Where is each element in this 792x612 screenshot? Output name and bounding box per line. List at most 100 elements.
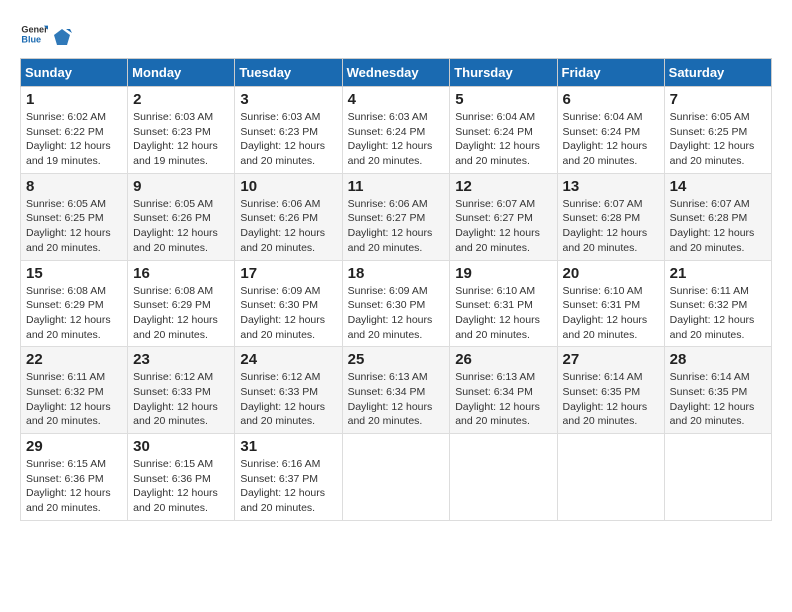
day-info: Sunrise: 6:06 AM Sunset: 6:26 PM Dayligh… [240,197,336,256]
day-number: 18 [348,265,445,282]
day-number: 30 [133,438,229,455]
svg-text:General: General [21,25,48,35]
weekday-header-sunday: Sunday [21,59,128,87]
weekday-header-monday: Monday [128,59,235,87]
header: General Blue [20,20,772,48]
calendar-cell: 14 Sunrise: 6:07 AM Sunset: 6:28 PM Dayli… [664,173,771,260]
day-number: 26 [455,351,551,368]
day-info: Sunrise: 6:05 AM Sunset: 6:25 PM Dayligh… [670,110,766,169]
week-row-1: 1Sunrise: 6:02 AM Sunset: 6:22 PM Daylig… [21,87,772,174]
calendar-cell: 20Sunrise: 6:10 AM Sunset: 6:31 PM Dayli… [557,260,664,347]
day-info: Sunrise: 6:05 AM Sunset: 6:25 PM Dayligh… [26,197,122,256]
calendar-body: 1Sunrise: 6:02 AM Sunset: 6:22 PM Daylig… [21,87,772,521]
week-row-4: 22 Sunrise: 6:11 AM Sunset: 6:32 PM Dayli… [21,347,772,434]
day-info: Sunrise: 6:09 AM Sunset: 6:30 PM Dayligh… [240,284,336,343]
day-number: 10 [240,178,336,195]
day-info: Sunrise: 6:05 AM Sunset: 6:26 PM Dayligh… [133,197,229,256]
calendar-table: SundayMondayTuesdayWednesdayThursdayFrid… [20,58,772,521]
day-info: Sunrise: 6:12 AM Sunset: 6:33 PM Dayligh… [133,370,229,429]
day-info: Sunrise: 6:04 AM Sunset: 6:24 PM Dayligh… [563,110,659,169]
calendar-cell: 24 Sunrise: 6:12 AM Sunset: 6:33 PM Dayli… [235,347,342,434]
day-info: Sunrise: 6:10 AM Sunset: 6:31 PM Dayligh… [563,284,659,343]
calendar-cell: 10 Sunrise: 6:06 AM Sunset: 6:26 PM Dayli… [235,173,342,260]
day-info: Sunrise: 6:02 AM Sunset: 6:22 PM Dayligh… [26,110,122,169]
weekday-header-wednesday: Wednesday [342,59,450,87]
day-info: Sunrise: 6:13 AM Sunset: 6:34 PM Dayligh… [455,370,551,429]
calendar-cell: 16 Sunrise: 6:08 AM Sunset: 6:29 PM Dayli… [128,260,235,347]
day-number: 3 [240,91,336,108]
day-info: Sunrise: 6:14 AM Sunset: 6:35 PM Dayligh… [670,370,766,429]
day-info: Sunrise: 6:11 AM Sunset: 6:32 PM Dayligh… [26,370,122,429]
day-info: Sunrise: 6:08 AM Sunset: 6:29 PM Dayligh… [133,284,229,343]
calendar-cell: 4 Sunrise: 6:03 AM Sunset: 6:24 PM Daylig… [342,87,450,174]
svg-text:Blue: Blue [21,34,41,44]
calendar-cell: 12Sunrise: 6:07 AM Sunset: 6:27 PM Dayli… [450,173,557,260]
day-number: 19 [455,265,551,282]
day-number: 25 [348,351,445,368]
day-number: 23 [133,351,229,368]
day-number: 29 [26,438,122,455]
day-number: 7 [670,91,766,108]
calendar-cell: 15Sunrise: 6:08 AM Sunset: 6:29 PM Dayli… [21,260,128,347]
week-row-2: 8 Sunrise: 6:05 AM Sunset: 6:25 PM Daylig… [21,173,772,260]
calendar-cell: 3 Sunrise: 6:03 AM Sunset: 6:23 PM Daylig… [235,87,342,174]
calendar-cell: 25 Sunrise: 6:13 AM Sunset: 6:34 PM Dayli… [342,347,450,434]
day-number: 15 [26,265,122,282]
calendar-cell: 1Sunrise: 6:02 AM Sunset: 6:22 PM Daylig… [21,87,128,174]
day-info: Sunrise: 6:03 AM Sunset: 6:24 PM Dayligh… [348,110,445,169]
logo: General Blue [20,20,72,48]
calendar-cell: 27Sunrise: 6:14 AM Sunset: 6:35 PM Dayli… [557,347,664,434]
day-number: 24 [240,351,336,368]
day-info: Sunrise: 6:07 AM Sunset: 6:28 PM Dayligh… [563,197,659,256]
day-info: Sunrise: 6:06 AM Sunset: 6:27 PM Dayligh… [348,197,445,256]
day-number: 22 [26,351,122,368]
day-info: Sunrise: 6:10 AM Sunset: 6:31 PM Dayligh… [455,284,551,343]
calendar-cell [664,434,771,521]
day-number: 14 [670,178,766,195]
calendar-cell: 9 Sunrise: 6:05 AM Sunset: 6:26 PM Daylig… [128,173,235,260]
day-info: Sunrise: 6:03 AM Sunset: 6:23 PM Dayligh… [240,110,336,169]
calendar-cell: 29 Sunrise: 6:15 AM Sunset: 6:36 PM Dayli… [21,434,128,521]
day-info: Sunrise: 6:13 AM Sunset: 6:34 PM Dayligh… [348,370,445,429]
weekday-header-thursday: Thursday [450,59,557,87]
day-info: Sunrise: 6:16 AM Sunset: 6:37 PM Dayligh… [240,457,336,516]
day-info: Sunrise: 6:09 AM Sunset: 6:30 PM Dayligh… [348,284,445,343]
calendar-cell: 28 Sunrise: 6:14 AM Sunset: 6:35 PM Dayli… [664,347,771,434]
day-info: Sunrise: 6:12 AM Sunset: 6:33 PM Dayligh… [240,370,336,429]
logo-flag-icon [52,27,72,47]
day-number: 21 [670,265,766,282]
day-info: Sunrise: 6:07 AM Sunset: 6:28 PM Dayligh… [670,197,766,256]
day-number: 28 [670,351,766,368]
calendar-cell: 18 Sunrise: 6:09 AM Sunset: 6:30 PM Dayli… [342,260,450,347]
calendar-cell [557,434,664,521]
day-info: Sunrise: 6:03 AM Sunset: 6:23 PM Dayligh… [133,110,229,169]
day-number: 11 [348,178,445,195]
calendar-cell: 26 Sunrise: 6:13 AM Sunset: 6:34 PM Dayli… [450,347,557,434]
calendar-cell: 22 Sunrise: 6:11 AM Sunset: 6:32 PM Dayli… [21,347,128,434]
calendar-cell: 21 Sunrise: 6:11 AM Sunset: 6:32 PM Dayli… [664,260,771,347]
day-number: 4 [348,91,445,108]
calendar-cell: 17 Sunrise: 6:09 AM Sunset: 6:30 PM Dayli… [235,260,342,347]
day-number: 17 [240,265,336,282]
calendar-cell [342,434,450,521]
calendar-cell: 30Sunrise: 6:15 AM Sunset: 6:36 PM Dayli… [128,434,235,521]
calendar-cell: 11 Sunrise: 6:06 AM Sunset: 6:27 PM Dayli… [342,173,450,260]
day-info: Sunrise: 6:11 AM Sunset: 6:32 PM Dayligh… [670,284,766,343]
day-number: 31 [240,438,336,455]
calendar-cell: 31 Sunrise: 6:16 AM Sunset: 6:37 PM Dayli… [235,434,342,521]
day-number: 13 [563,178,659,195]
weekday-header-row: SundayMondayTuesdayWednesdayThursdayFrid… [21,59,772,87]
week-row-5: 29 Sunrise: 6:15 AM Sunset: 6:36 PM Dayli… [21,434,772,521]
calendar-cell: 2Sunrise: 6:03 AM Sunset: 6:23 PM Daylig… [128,87,235,174]
day-number: 6 [563,91,659,108]
week-row-3: 15 Sunrise: 6:08 AM Sunset: 6:29 PM Dayli… [21,260,772,347]
day-number: 9 [133,178,229,195]
calendar-cell: 23 Sunrise: 6:12 AM Sunset: 6:33 PM Dayli… [128,347,235,434]
weekday-header-saturday: Saturday [664,59,771,87]
day-number: 8 [26,178,122,195]
day-number: 16 [133,265,229,282]
calendar-cell: 8 Sunrise: 6:05 AM Sunset: 6:25 PM Daylig… [21,173,128,260]
calendar-cell: 19 Sunrise: 6:10 AM Sunset: 6:31 PM Dayli… [450,260,557,347]
calendar-cell: 13 Sunrise: 6:07 AM Sunset: 6:28 PM Dayli… [557,173,664,260]
day-info: Sunrise: 6:15 AM Sunset: 6:36 PM Dayligh… [26,457,122,516]
